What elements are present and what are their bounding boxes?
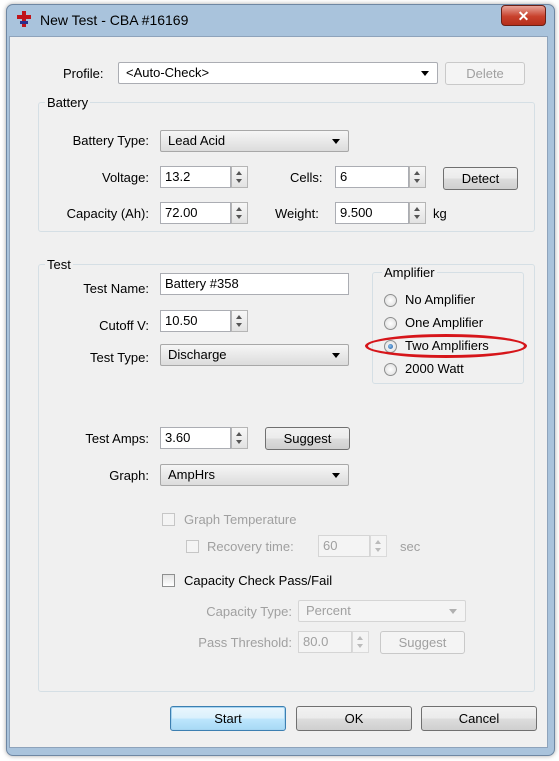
spin-down-icon <box>357 644 363 648</box>
radio-one-amplifier[interactable] <box>384 317 397 330</box>
spin-up-icon <box>414 171 420 175</box>
ok-button[interactable]: OK <box>296 706 412 731</box>
voltage-input[interactable]: 13.2 <box>160 166 231 188</box>
spin-down-icon <box>236 179 242 183</box>
spin-up-icon <box>357 636 363 640</box>
detect-button[interactable]: Detect <box>443 167 518 190</box>
capacity-type-label: Capacity Type: <box>206 604 292 619</box>
cells-label: Cells: <box>290 170 323 185</box>
weight-input[interactable]: 9.500 <box>335 202 409 224</box>
test-group-label: Test <box>45 257 73 272</box>
cutoff-spinner[interactable] <box>231 310 248 332</box>
spin-down-icon <box>414 179 420 183</box>
cutoff-label: Cutoff V: <box>99 318 149 333</box>
radio-one-amplifier-label: One Amplifier <box>405 315 484 330</box>
radio-2000-watt-label: 2000 Watt <box>405 361 464 376</box>
chevron-down-icon <box>421 71 429 76</box>
suggest-amps-button[interactable]: Suggest <box>265 427 350 450</box>
amplifier-group-label: Amplifier <box>382 265 437 280</box>
pass-threshold-input[interactable]: 80.0 <box>298 631 352 653</box>
radio-no-amplifier[interactable] <box>384 294 397 307</box>
voltage-label: Voltage: <box>102 170 149 185</box>
battery-type-dropdown[interactable]: Lead Acid <box>160 130 349 152</box>
spin-down-icon <box>236 215 242 219</box>
graph-temperature-checkbox[interactable] <box>162 513 175 526</box>
battery-type-label: Battery Type: <box>72 133 149 148</box>
test-amps-label: Test Amps: <box>85 431 149 446</box>
test-amps-spinner[interactable] <box>231 427 248 449</box>
chevron-down-icon <box>332 139 340 144</box>
spin-down-icon <box>414 215 420 219</box>
weight-unit: kg <box>433 206 447 221</box>
recovery-time-spinner[interactable] <box>370 535 387 557</box>
capacity-check-checkbox[interactable] <box>162 574 175 587</box>
close-button[interactable]: ✕ <box>501 5 546 26</box>
graph-temperature-label: Graph Temperature <box>184 512 297 527</box>
chevron-down-icon <box>332 353 340 358</box>
pass-threshold-spinner[interactable] <box>352 631 369 653</box>
battery-group-label: Battery <box>45 95 91 110</box>
pass-threshold-label: Pass Threshold: <box>198 635 292 650</box>
graph-value: AmpHrs <box>168 467 215 482</box>
capacity-type-dropdown[interactable]: Percent <box>298 600 466 622</box>
chevron-down-icon <box>449 609 457 614</box>
weight-spinner[interactable] <box>409 202 426 224</box>
cells-spinner[interactable] <box>409 166 426 188</box>
cells-input[interactable]: 6 <box>335 166 409 188</box>
recovery-time-unit: sec <box>400 539 421 554</box>
spin-up-icon <box>375 540 381 544</box>
capacity-input[interactable]: 72.00 <box>160 202 231 224</box>
test-amps-input[interactable]: 3.60 <box>160 427 231 449</box>
test-name-input[interactable]: Battery #358 <box>160 273 349 295</box>
app-cross-icon <box>17 11 31 27</box>
suggest-threshold-button[interactable]: Suggest <box>380 631 465 654</box>
recovery-time-input[interactable]: 60 <box>318 535 370 557</box>
profile-label: Profile: <box>63 66 104 81</box>
voltage-spinner[interactable] <box>231 166 248 188</box>
test-type-dropdown[interactable]: Discharge <box>160 344 349 366</box>
recovery-time-checkbox[interactable] <box>186 540 199 553</box>
delete-button[interactable]: Delete <box>445 62 525 85</box>
radio-2000-watt[interactable] <box>384 363 397 376</box>
radio-no-amplifier-label: No Amplifier <box>405 292 476 307</box>
capacity-type-value: Percent <box>306 603 351 618</box>
profile-dropdown[interactable]: <Auto-Check> <box>118 62 438 84</box>
spin-up-icon <box>236 315 242 319</box>
graph-dropdown[interactable]: AmpHrs <box>160 464 349 486</box>
cancel-button[interactable]: Cancel <box>421 706 537 731</box>
spin-up-icon <box>236 171 242 175</box>
spin-down-icon <box>236 440 242 444</box>
capacity-spinner[interactable] <box>231 202 248 224</box>
weight-label: Weight: <box>275 206 319 221</box>
spin-down-icon <box>375 548 381 552</box>
chevron-down-icon <box>332 473 340 478</box>
spin-down-icon <box>236 323 242 327</box>
window-title: New Test - CBA #16169 <box>40 12 189 28</box>
graph-label: Graph: <box>109 468 149 483</box>
profile-value: <Auto-Check> <box>126 65 210 80</box>
capacity-label: Capacity (Ah): <box>66 206 149 221</box>
recovery-time-label: Recovery time: <box>207 539 294 554</box>
start-button[interactable]: Start <box>170 706 286 731</box>
spin-up-icon <box>236 207 242 211</box>
spin-up-icon <box>236 432 242 436</box>
battery-type-value: Lead Acid <box>168 133 226 148</box>
cutoff-input[interactable]: 10.50 <box>160 310 231 332</box>
spin-up-icon <box>414 207 420 211</box>
highlight-annotation-ring <box>365 334 527 358</box>
test-type-label: Test Type: <box>89 350 149 365</box>
test-name-label: Test Name: <box>83 281 149 296</box>
test-type-value: Discharge <box>168 347 227 362</box>
capacity-check-label: Capacity Check Pass/Fail <box>184 573 333 588</box>
